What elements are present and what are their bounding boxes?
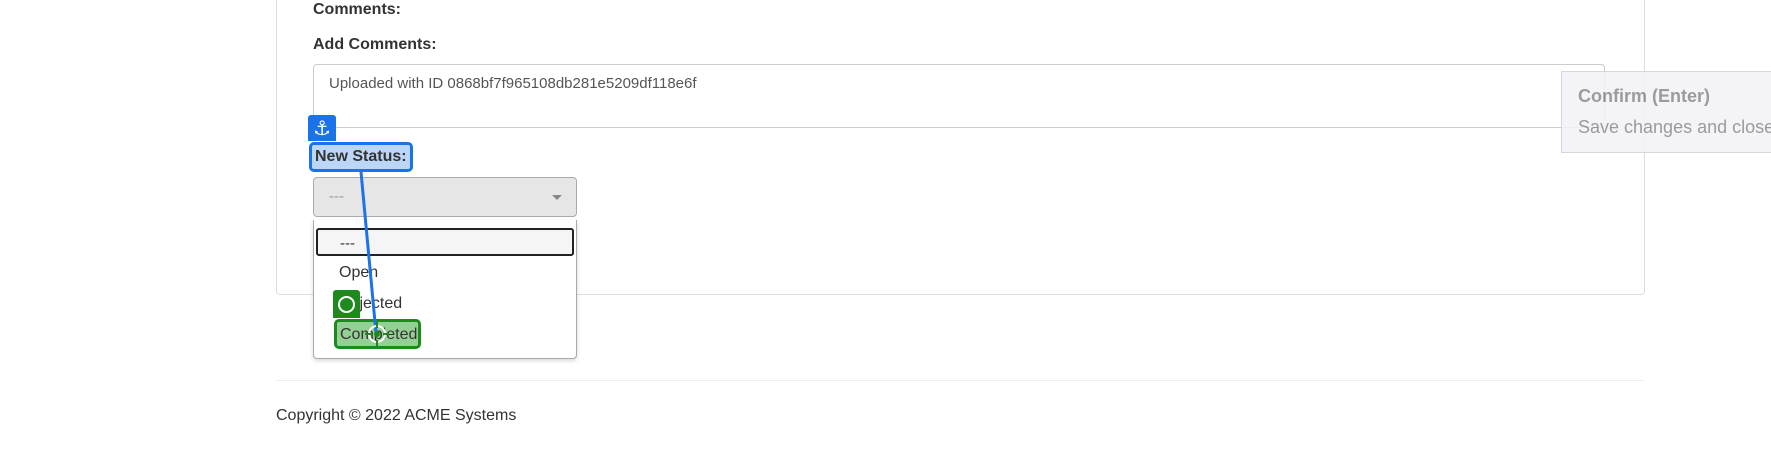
add-comments-label: Add Comments: [313, 36, 437, 53]
tooltip-title: Confirm (Enter) [1578, 86, 1710, 106]
footer-divider [276, 380, 1644, 381]
chevron-down-icon [552, 195, 562, 200]
dropdown-option-completed-highlight[interactable]: Completed [334, 319, 421, 349]
anchor-icon: ⚓ [308, 115, 336, 141]
new-status-label: New Status: [309, 142, 413, 172]
dropdown-option-open[interactable]: Open [339, 264, 378, 282]
target-icon [333, 290, 360, 318]
comments-heading: Comments: [313, 1, 402, 18]
status-select-value: --- [329, 188, 344, 205]
dropdown-option-completed[interactable]: Completed [340, 326, 417, 344]
status-select[interactable]: --- [313, 177, 577, 217]
copyright-text: Copyright © 2022 ACME Systems [276, 407, 517, 424]
tooltip-description: Save changes and close [1578, 117, 1771, 137]
dropdown-option-empty[interactable]: --- [316, 228, 574, 256]
target-ring [338, 296, 355, 313]
confirm-tooltip: Confirm (Enter) Save changes and close [1561, 71, 1771, 153]
comment-textarea[interactable]: Uploaded with ID 0868bf7f965108db281e520… [313, 64, 1605, 128]
